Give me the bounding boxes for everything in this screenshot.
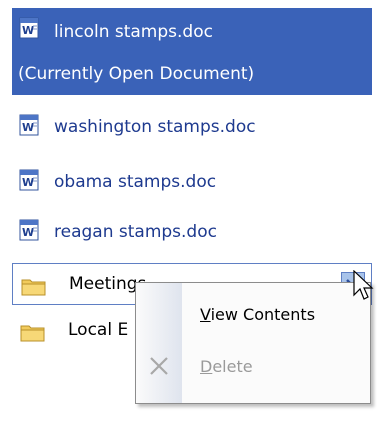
file-name-link[interactable]: reagan stamps.doc [54, 222, 217, 242]
list-item[interactable]: W washington stamps.doc [12, 105, 372, 149]
delete-x-icon [148, 355, 170, 381]
word-document-icon: W [19, 114, 43, 140]
menu-item-view-contents[interactable]: View Contents [136, 293, 370, 337]
menu-item-label: Delete [200, 357, 253, 376]
selected-file-name: lincoln stamps.doc [54, 22, 213, 42]
file-name-link[interactable]: obama stamps.doc [54, 172, 216, 192]
svg-text:W: W [22, 176, 34, 189]
menu-item-label: View Contents [200, 305, 315, 324]
svg-text:W: W [22, 121, 34, 134]
word-document-icon: W [19, 169, 43, 195]
svg-text:W: W [22, 226, 34, 239]
list-item-selected[interactable]: W lincoln stamps.doc (Currently Open Doc… [12, 8, 372, 95]
mouse-pointer-icon [353, 269, 375, 308]
menu-item-delete[interactable]: Delete [136, 345, 370, 389]
menu-accesskey: D [200, 357, 213, 376]
folder-name: Local E [68, 320, 129, 340]
file-name-link[interactable]: washington stamps.doc [54, 117, 256, 137]
menu-label-rest: elete [212, 357, 253, 376]
menu-accesskey: V [200, 305, 211, 324]
folder-icon [20, 322, 46, 346]
word-document-icon: W [19, 17, 43, 43]
svg-text:W: W [22, 24, 34, 37]
folder-icon [21, 276, 47, 300]
document-list-panel: W lincoln stamps.doc (Currently Open Doc… [0, 0, 377, 427]
selected-file-status: (Currently Open Document) [18, 64, 255, 84]
list-item[interactable]: W obama stamps.doc [12, 160, 372, 204]
context-menu: View Contents Delete [135, 282, 371, 404]
word-document-icon: W [19, 219, 43, 245]
menu-label-rest: iew Contents [210, 305, 316, 324]
list-item[interactable]: W reagan stamps.doc [12, 210, 372, 254]
